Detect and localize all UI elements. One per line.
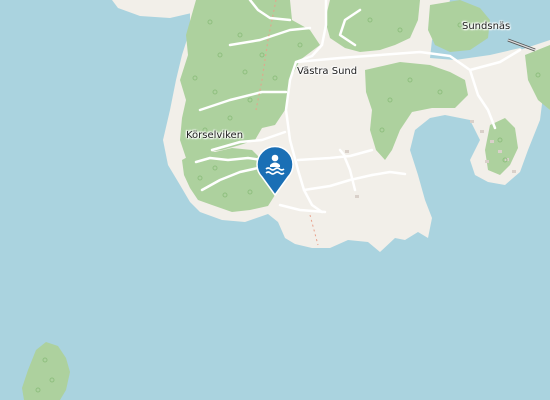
map-tiles [0, 0, 550, 400]
bathing-place-marker[interactable] [255, 145, 295, 197]
place-label-vastra-sund: Västra Sund [297, 66, 358, 77]
map-canvas[interactable]: Västra Sund Körselviken Sundsnäs [0, 0, 550, 400]
place-label-korselviken: Körselviken [186, 130, 244, 141]
place-label-sundsnas: Sundsnäs [462, 21, 511, 32]
map-pin-icon [256, 145, 294, 197]
